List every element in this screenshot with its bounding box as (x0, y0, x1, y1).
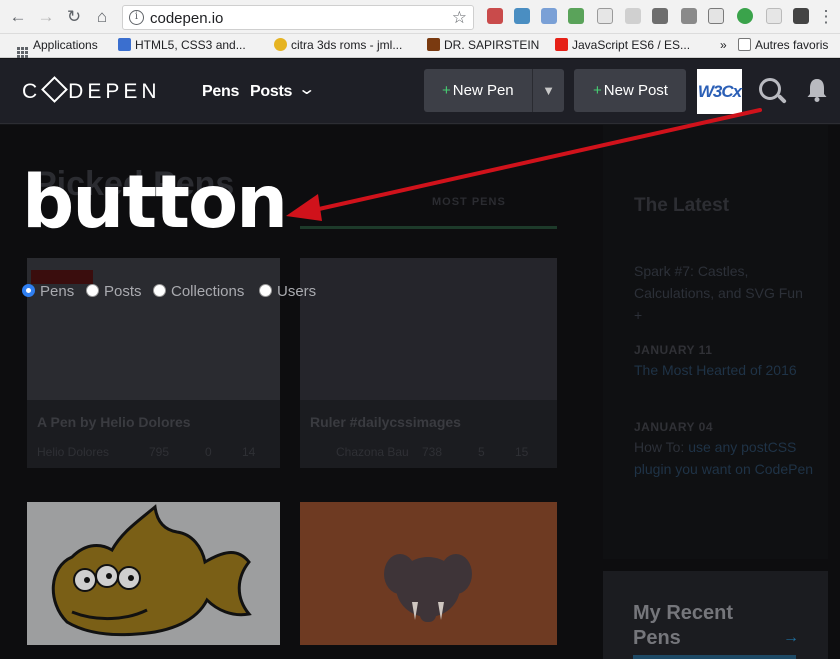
new-pen-button[interactable]: + New Pen ▼ (424, 69, 564, 112)
tab-underline (300, 226, 557, 229)
browser-toolbar: ← → ↻ ⌂ i codepen.io ☆ ⋮ (0, 0, 840, 34)
extension-icon[interactable] (487, 8, 503, 24)
comment-count: 0 (205, 445, 212, 459)
view-count: 795 (149, 445, 170, 459)
pen-thumbnail[interactable] (300, 502, 557, 645)
radio-selected-icon[interactable] (22, 284, 35, 297)
apps-grid-icon (17, 47, 28, 58)
reload-icon[interactable]: ↻ (64, 7, 84, 27)
bookmark-star-icon[interactable]: ☆ (452, 8, 467, 28)
bar-chart-icon (118, 38, 131, 51)
youtube-icon (555, 38, 568, 51)
plus-icon: + (442, 82, 451, 99)
comment-count: 5 (478, 445, 485, 459)
extension-icon[interactable] (625, 8, 641, 24)
extension-icon[interactable] (514, 8, 530, 24)
pen-card[interactable]: Ruler #dailycssimages Chazona Bau 738 5 … (300, 258, 557, 468)
sidebar-title: The Latest (634, 195, 730, 216)
radio-icon[interactable] (153, 284, 166, 297)
arrow-right-icon[interactable]: → (783, 629, 799, 647)
filter-users-radio[interactable]: Users (259, 283, 316, 300)
bookmark-citra[interactable]: citra 3ds roms - jml... (274, 38, 402, 52)
picked-badge (31, 270, 93, 284)
bookmarks-bar: Applications HTML5, CSS3 and... citra 3d… (0, 34, 840, 58)
nav-posts[interactable]: Posts (250, 83, 292, 101)
my-recent-pens-panel: My Recent Pens → (603, 571, 828, 659)
sidebar-date: JANUARY 11 (634, 343, 713, 357)
plus-icon: + (593, 82, 602, 99)
google-icon (274, 38, 287, 51)
recent-pens-title: My Recent Pens (633, 602, 734, 649)
info-icon[interactable]: i (129, 10, 144, 25)
radio-icon[interactable] (86, 284, 99, 297)
heart-count: 15 (515, 445, 529, 459)
chevron-down-icon[interactable]: ⌄ (297, 79, 316, 99)
bell-icon[interactable] (807, 78, 827, 102)
search-icon[interactable] (759, 78, 781, 100)
sidebar: The Latest Spark #7: Castles, Calculatio… (603, 125, 828, 559)
url-text[interactable]: codepen.io (150, 10, 223, 27)
new-post-button[interactable]: + New Post (574, 69, 686, 112)
elephant-illustration (384, 554, 472, 622)
extension-icon[interactable] (597, 8, 613, 24)
pen-title[interactable]: Ruler #dailycssimages (310, 414, 461, 430)
heart-count: 14 (242, 445, 256, 459)
recent-pens-bar (633, 655, 796, 659)
extension-icon[interactable] (766, 8, 782, 24)
bookmark-html5[interactable]: HTML5, CSS3 and... (118, 38, 246, 52)
chevron-down-icon[interactable]: ▼ (532, 69, 564, 112)
pen-author[interactable]: Helio Dolores (37, 445, 109, 459)
filter-pens-radio[interactable]: Pens (22, 283, 74, 300)
bookmark-other[interactable]: Autres favoris (738, 38, 828, 52)
radio-icon[interactable] (259, 284, 272, 297)
sidebar-date: JANUARY 04 (634, 420, 714, 434)
pen-title[interactable]: A Pen by Helio Dolores (37, 414, 191, 430)
back-icon[interactable]: ← (8, 7, 28, 27)
search-term[interactable]: button (22, 160, 288, 245)
filter-posts-radio[interactable]: Posts (86, 283, 142, 300)
forward-icon[interactable]: → (36, 7, 56, 27)
codepen-logo[interactable]: C DEPEN (22, 76, 161, 104)
pen-thumbnail[interactable] (27, 502, 280, 645)
extension-icon[interactable] (652, 8, 668, 24)
extension-icon[interactable] (681, 8, 697, 24)
bookmark-sapirstein[interactable]: DR. SAPIRSTEIN (427, 38, 539, 52)
home-icon[interactable]: ⌂ (92, 7, 112, 27)
w3c-badge[interactable]: W3Cx (697, 69, 742, 114)
sidebar-item[interactable]: How To: use any postCSS plugin you want … (634, 436, 814, 480)
filter-collections-radio[interactable]: Collections (153, 283, 244, 300)
pen-author[interactable]: Chazona Bau (336, 445, 409, 459)
cube-icon (41, 76, 69, 103)
nav-pens[interactable]: Pens (202, 83, 239, 101)
pen-thumbnail[interactable] (300, 258, 557, 400)
fish-illustration (51, 504, 252, 637)
site-icon (427, 38, 440, 51)
view-count: 738 (422, 445, 443, 459)
cast-icon[interactable] (708, 8, 724, 24)
sidebar-item[interactable]: Spark #7: Castles, Calculations, and SVG… (634, 260, 804, 326)
bookmark-javascript[interactable]: JavaScript ES6 / ES... (555, 38, 690, 52)
tab-most-pens[interactable]: MOST PENS (432, 196, 506, 208)
extension-icon[interactable] (541, 8, 557, 24)
extension-icon[interactable] (737, 8, 753, 24)
extension-icon[interactable] (793, 8, 809, 24)
bookmarks-overflow[interactable]: » (720, 38, 727, 52)
address-bar[interactable]: i codepen.io ☆ (122, 5, 474, 30)
sidebar-item[interactable]: The Most Hearted of 2016 (634, 359, 804, 381)
menu-icon[interactable]: ⋮ (816, 7, 836, 27)
folder-icon (738, 38, 751, 51)
bookmark-applications[interactable]: Applications (17, 38, 98, 58)
extension-icon[interactable] (568, 8, 584, 24)
